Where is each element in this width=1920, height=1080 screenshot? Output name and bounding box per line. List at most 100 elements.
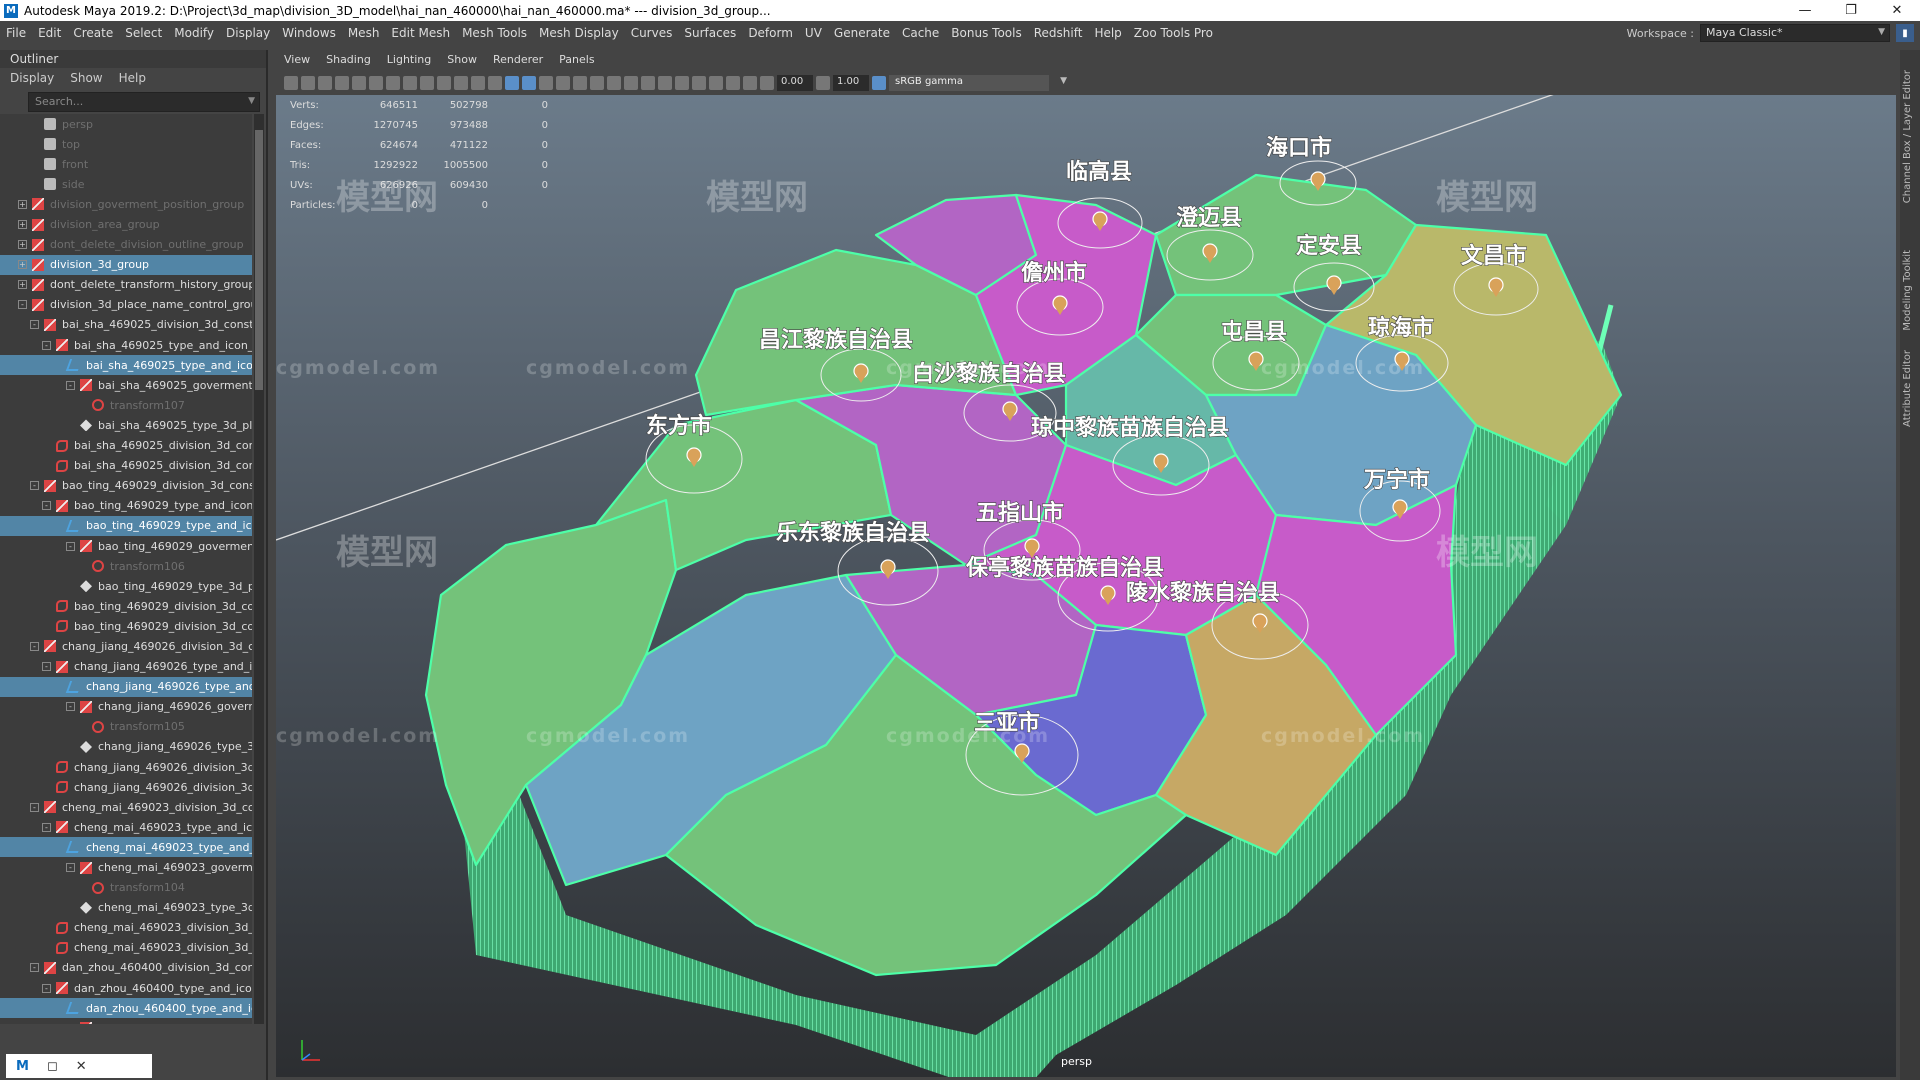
expand-toggle-icon[interactable]: + (18, 280, 27, 290)
expand-toggle-icon[interactable]: - (66, 380, 75, 390)
outliner-row[interactable]: - dan_zhou_460400_division_3d_cons (0, 958, 252, 978)
outliner-row[interactable]: - bao_ting_469029_type_and_icon_ (0, 496, 252, 516)
grid-toggle-icon[interactable] (454, 76, 468, 90)
menu-surfaces[interactable]: Surfaces (678, 26, 742, 40)
grid-toggle-icon[interactable] (488, 76, 502, 90)
window-icon[interactable]: ◻ (47, 1059, 58, 1074)
expand-toggle-icon[interactable]: + (18, 240, 27, 250)
expand-toggle-icon[interactable]: - (30, 802, 39, 812)
outliner-row[interactable]: cheng_mai_469023_type_3d_ (0, 898, 252, 918)
menu-generate[interactable]: Generate (828, 26, 896, 40)
isolate-icon[interactable] (624, 76, 638, 90)
wireframe-icon[interactable] (505, 76, 519, 90)
tab-modeling-toolkit[interactable]: Modeling Toolkit (1902, 250, 1913, 331)
menu-zoo-tools-pro[interactable]: Zoo Tools Pro (1128, 26, 1219, 40)
panel-menu-shading[interactable]: Shading (318, 53, 379, 71)
outliner-row[interactable]: - chang_jiang_469026_type_and_ic (0, 657, 252, 677)
outliner-row[interactable]: + dont_delete_division_outline_group (0, 235, 252, 255)
outliner-row[interactable]: top (0, 134, 252, 154)
restore-button[interactable]: ❐ (1828, 0, 1874, 21)
isolate-icon[interactable] (658, 76, 672, 90)
outliner-row[interactable]: - bao_ting_469029_goverment (0, 536, 252, 556)
outliner-row[interactable]: - bai_sha_469025_goverment (0, 375, 252, 395)
menu-edit-mesh[interactable]: Edit Mesh (385, 26, 456, 40)
camera-tool-icon[interactable] (369, 76, 383, 90)
menu-mesh[interactable]: Mesh (342, 26, 386, 40)
outliner-row[interactable]: bai_sha_469025_division_3d_cons (0, 436, 252, 456)
menu-bonus-tools[interactable]: Bonus Tools (945, 26, 1027, 40)
outliner-row[interactable]: persp (0, 114, 252, 134)
menu-modify[interactable]: Modify (168, 26, 220, 40)
outliner-row[interactable]: + division_area_group (0, 214, 252, 234)
outliner-row[interactable]: transform106 (0, 556, 252, 576)
panel-menu-show[interactable]: Show (439, 53, 485, 71)
maya-taskbar-icon[interactable]: M (16, 1059, 29, 1074)
menu-windows[interactable]: Windows (276, 26, 342, 40)
expand-toggle-icon[interactable]: - (30, 320, 39, 330)
color-space-dropdown[interactable]: sRGB gamma (889, 75, 1067, 91)
expand-toggle-icon[interactable]: - (66, 541, 75, 551)
outliner-row[interactable]: - cheng_mai_469023_goverme (0, 857, 252, 877)
lock-icon[interactable]: ▮ (1896, 24, 1914, 42)
expand-toggle-icon[interactable]: + (18, 199, 27, 209)
outliner-row[interactable]: - cheng_mai_469023_type_and_icor (0, 817, 252, 837)
outliner-row[interactable]: chang_jiang_469026_division_3d_ (0, 777, 252, 797)
outliner-row[interactable]: bai_sha_469025_type_3d_pla (0, 415, 252, 435)
expand-toggle-icon[interactable]: - (42, 822, 51, 832)
panel-menu-view[interactable]: View (276, 53, 318, 71)
outliner-row[interactable]: chang_jiang_469026_division_3d_ (0, 757, 252, 777)
outliner-row[interactable]: - division_3d_place_name_control_grou (0, 295, 252, 315)
lighting-icon[interactable] (607, 76, 621, 90)
outliner-row[interactable]: chang_jiang_469026_type_3c (0, 737, 252, 757)
exposure-icon[interactable] (760, 76, 774, 90)
camera-tool-icon[interactable] (386, 76, 400, 90)
tab-attribute-editor[interactable]: Attribute Editor (1902, 350, 1913, 427)
workspace-dropdown[interactable]: Maya Classic* (1700, 24, 1890, 42)
xray-icon[interactable] (692, 76, 706, 90)
expand-toggle-icon[interactable]: - (30, 641, 39, 651)
outliner-row[interactable]: bao_ting_469029_type_and_ico (0, 515, 252, 536)
expand-toggle-icon[interactable]: - (30, 963, 39, 973)
expand-toggle-icon[interactable]: - (42, 983, 51, 993)
menu-display[interactable]: Display (220, 26, 276, 40)
outliner-row[interactable]: cheng_mai_469023_division_3d_c (0, 918, 252, 938)
outliner-row[interactable]: front (0, 154, 252, 174)
xray-icon[interactable] (743, 76, 757, 90)
camera-tool-icon[interactable] (284, 76, 298, 90)
outliner-row[interactable]: bao_ting_469029_division_3d_cor (0, 596, 252, 616)
outliner-row[interactable]: - chang_jiang_469026_division_3d_cc (0, 636, 252, 656)
scrollbar-thumb[interactable] (255, 130, 263, 390)
outliner-row[interactable]: bao_ting_469029_type_3d_pl (0, 576, 252, 596)
outliner-row[interactable]: - cheng_mai_469023_division_3d_con (0, 797, 252, 817)
menu-mesh-tools[interactable]: Mesh Tools (456, 26, 533, 40)
exposure-field[interactable]: 0.00 (777, 75, 813, 91)
outliner-row[interactable]: bao_ting_469029_division_3d_cor (0, 616, 252, 636)
lighting-icon[interactable] (573, 76, 587, 90)
expand-toggle-icon[interactable]: - (42, 501, 51, 511)
menu-uv[interactable]: UV (799, 26, 828, 40)
outliner-row[interactable]: -dan_zhou_460400_govermer (0, 1018, 252, 1024)
panel-menu-lighting[interactable]: Lighting (379, 53, 439, 71)
outliner-row[interactable]: - bao_ting_469029_division_3d_const (0, 476, 252, 496)
viewport[interactable]: 海口市 临高县 澄迈县 定安县 文昌市 儋州市 昌江黎族自治县 白沙黎族自治县 屯昌县 琼海市 东方… (276, 95, 1896, 1077)
outliner-menu-display[interactable]: Display (10, 71, 54, 85)
outliner-search-input[interactable]: Search... (28, 92, 260, 112)
gamma-field[interactable]: 1.00 (833, 75, 869, 91)
outliner-menu-show[interactable]: Show (70, 71, 102, 85)
outliner-row[interactable]: - chang_jiang_469026_goverm (0, 697, 252, 717)
outliner-row[interactable]: + division_goverment_position_group (0, 194, 252, 214)
camera-tool-icon[interactable] (335, 76, 349, 90)
panel-menu-renderer[interactable]: Renderer (485, 53, 551, 71)
outliner-menu-help[interactable]: Help (119, 71, 146, 85)
minimize-button[interactable]: — (1782, 0, 1828, 21)
close-button[interactable]: ✕ (1874, 0, 1920, 21)
outliner-row[interactable]: side (0, 174, 252, 194)
outliner-row[interactable]: + division_3d_group (0, 254, 252, 275)
expand-toggle-icon[interactable]: - (30, 481, 39, 491)
panel-menu-panels[interactable]: Panels (551, 53, 602, 71)
outliner-row[interactable]: bai_sha_469025_type_and_icon (0, 355, 252, 376)
menu-mesh-display[interactable]: Mesh Display (533, 26, 625, 40)
outliner-scrollbar[interactable] (254, 114, 264, 1024)
outliner-row[interactable]: - bai_sha_469025_type_and_icon_c (0, 335, 252, 355)
close-icon[interactable]: ✕ (76, 1059, 87, 1074)
